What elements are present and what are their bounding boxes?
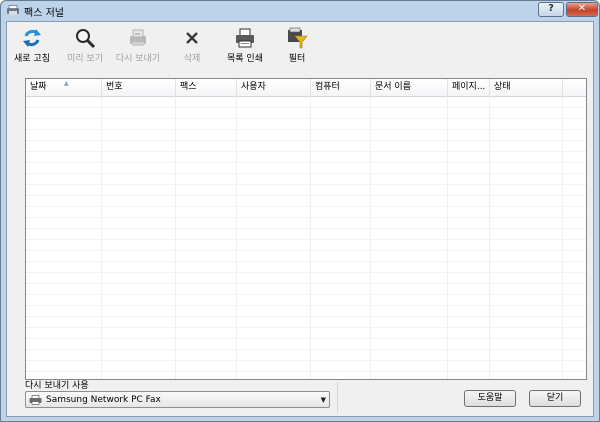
refresh-icon [23,29,41,47]
filter-label: 필터 [288,54,306,64]
fax-journal-table[interactable]: 날짜 ▲ 번호 팩스 사용자 컴퓨터 문서 이름 페이지... 상태 [25,78,587,380]
resend-printer-select[interactable]: Samsung Network PC Fax ▼ [25,391,330,408]
column-header-date[interactable]: 날짜 ▲ [26,79,102,97]
fax-app-icon [7,5,19,15]
help-caption-button[interactable]: ? [538,2,564,17]
print-list-label: 목록 인쇄 [227,54,263,64]
close-button[interactable]: 닫기 [529,390,581,407]
divider [337,382,338,412]
window-title: 팩스 저널 [24,8,64,19]
delete-label: 삭제 [183,54,201,64]
delete-x-icon [186,32,198,44]
delete-button[interactable]: 삭제 [175,27,209,67]
title-bar[interactable]: 팩스 저널 ? ✕ [1,1,599,21]
table-header: 날짜 ▲ 번호 팩스 사용자 컴퓨터 문서 이름 페이지... 상태 [26,79,586,97]
print-list-button[interactable]: 목록 인쇄 [221,27,269,67]
resend-printer-value: Samsung Network PC Fax [46,395,161,405]
printer-small-icon [29,395,42,405]
column-header-pages[interactable]: 페이지... [448,79,490,97]
sort-arrow-icon: ▲ [64,80,69,87]
refresh-label: 새로 고침 [14,54,50,64]
filter-button[interactable]: 필터 [279,27,315,67]
filter-funnel-icon [288,27,308,49]
close-caption-button[interactable]: ✕ [566,2,598,17]
column-header-number[interactable]: 번호 [102,79,176,97]
column-header-computer[interactable]: 컴퓨터 [311,79,371,97]
resend-use-label: 다시 보내기 사용 [25,381,89,391]
help-button[interactable]: 도움말 [464,390,516,407]
resend-label-text: 다시 보내기 [115,54,161,64]
preview-button[interactable]: 미리 보기 [62,27,108,67]
printer-icon [236,28,254,48]
fax-journal-window: 팩스 저널 ? ✕ 새로 고침 미리 보기 다시 보내기 삭제 목록 인쇄 필터… [0,0,600,422]
column-header-status[interactable]: 상태 [490,79,563,97]
column-header-fax[interactable]: 팩스 [176,79,237,97]
refresh-button[interactable]: 새로 고침 [10,27,54,67]
column-header-user[interactable]: 사용자 [237,79,311,97]
table-body[interactable] [26,97,586,379]
column-header-document-name[interactable]: 문서 이름 [371,79,448,97]
client-area: 새로 고침 미리 보기 다시 보내기 삭제 목록 인쇄 필터 날짜 ▲ 번호 팩… [6,21,594,417]
chevron-down-icon[interactable]: ▼ [321,393,326,407]
preview-label: 미리 보기 [67,54,103,64]
resend-button[interactable]: 다시 보내기 [111,27,165,67]
magnifier-icon [76,29,96,49]
resend-fax-icon [130,29,146,46]
column-label-date: 날짜 [30,82,47,92]
